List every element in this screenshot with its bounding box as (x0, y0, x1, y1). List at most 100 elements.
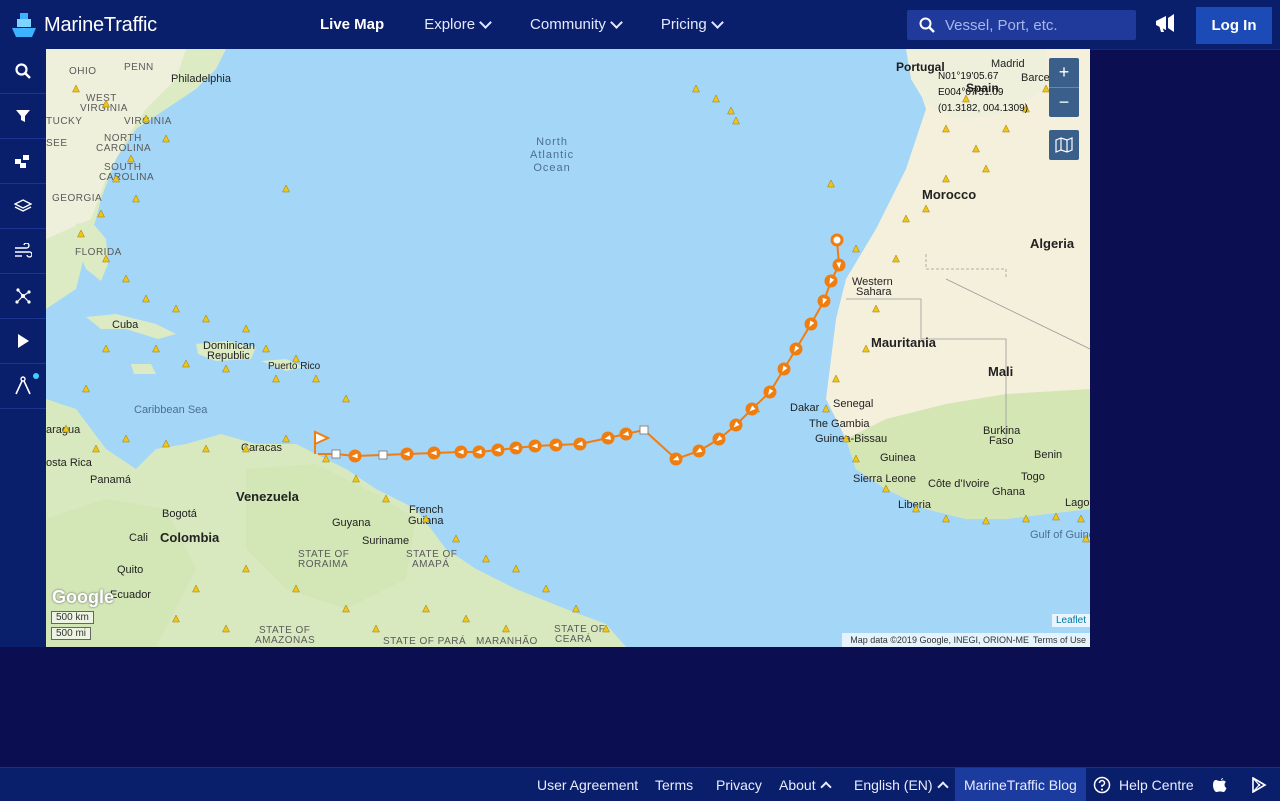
vessel-marker[interactable] (692, 84, 700, 93)
vessel-marker[interactable] (1077, 514, 1085, 523)
vessel-marker[interactable] (312, 374, 320, 383)
sidebar-search-button[interactable] (0, 49, 46, 94)
vessel-marker[interactable] (122, 274, 130, 283)
vessel-marker[interactable] (222, 364, 230, 373)
vessel-marker[interactable] (882, 484, 890, 493)
vessel-marker[interactable] (77, 229, 85, 238)
vessel-marker[interactable] (292, 584, 300, 593)
vessel-marker[interactable] (902, 214, 910, 223)
vessel-marker[interactable] (382, 494, 390, 503)
vessel-marker[interactable] (62, 424, 70, 433)
footer-privacy[interactable]: Privacy (716, 768, 762, 801)
vessel-marker[interactable] (202, 444, 210, 453)
megaphone-icon[interactable] (1154, 12, 1176, 39)
vessel-marker[interactable] (127, 154, 135, 163)
vessel-marker[interactable] (92, 444, 100, 453)
vessel-marker[interactable] (832, 374, 840, 383)
vessel-marker[interactable] (727, 106, 735, 115)
vessel-marker[interactable] (422, 604, 430, 613)
vessel-marker[interactable] (242, 564, 250, 573)
search-box[interactable] (907, 10, 1136, 40)
vessel-marker[interactable] (912, 504, 920, 513)
vessel-marker[interactable] (112, 174, 120, 183)
track-gap-marker[interactable] (331, 449, 341, 459)
vessel-marker[interactable] (342, 394, 350, 403)
vessel-marker[interactable] (182, 359, 190, 368)
vessel-marker[interactable] (982, 164, 990, 173)
live-map[interactable]: North Atlantic Ocean Caribbean Sea Gulf … (46, 49, 1090, 647)
vessel-marker[interactable] (852, 454, 860, 463)
footer-language[interactable]: English (EN) (854, 768, 949, 801)
nav-community[interactable]: Community (530, 16, 623, 33)
vessel-marker[interactable] (82, 384, 90, 393)
vessel-marker[interactable] (142, 114, 150, 123)
vessel-marker[interactable] (292, 354, 300, 363)
vessel-marker[interactable] (142, 294, 150, 303)
vessel-marker[interactable] (982, 516, 990, 525)
vessel-marker[interactable] (822, 404, 830, 413)
vessel-marker[interactable] (192, 584, 200, 593)
vessel-marker[interactable] (172, 304, 180, 313)
vessel-marker[interactable] (572, 604, 580, 613)
vessel-marker[interactable] (892, 254, 900, 263)
search-input[interactable] (943, 15, 1127, 35)
vessel-marker[interactable] (602, 624, 610, 633)
footer-blog[interactable]: MarineTraffic Blog (955, 768, 1086, 801)
vessel-marker[interactable] (452, 534, 460, 543)
vessel-marker[interactable] (242, 444, 250, 453)
login-button[interactable]: Log In (1196, 7, 1272, 44)
zoom-in-button[interactable]: + (1049, 58, 1079, 88)
vessel-marker[interactable] (872, 304, 880, 313)
vessel-marker[interactable] (282, 184, 290, 193)
nav-live-map[interactable]: Live Map (320, 16, 384, 33)
nav-explore[interactable]: Explore (424, 16, 492, 33)
vessel-marker[interactable] (922, 204, 930, 213)
vessel-marker[interactable] (1022, 514, 1030, 523)
vessel-marker[interactable] (462, 614, 470, 623)
footer-user-agreement[interactable]: User Agreement (537, 768, 638, 801)
vessel-marker[interactable] (162, 439, 170, 448)
vessel-marker[interactable] (482, 554, 490, 563)
vessel-marker[interactable] (1082, 534, 1090, 543)
zoom-out-button[interactable]: − (1049, 88, 1079, 117)
vessel-marker[interactable] (162, 134, 170, 143)
vessel-marker[interactable] (512, 564, 520, 573)
map-type-button[interactable] (1049, 130, 1079, 160)
footer-about[interactable]: About (779, 768, 832, 801)
vessel-marker[interactable] (322, 454, 330, 463)
sidebar-playback-button[interactable] (0, 319, 46, 364)
footer-help[interactable]: Help Centre (1093, 768, 1194, 801)
vessel-marker[interactable] (342, 604, 350, 613)
vessel-marker[interactable] (152, 344, 160, 353)
vessel-marker[interactable] (242, 324, 250, 333)
vessel-marker[interactable] (102, 99, 110, 108)
vessel-marker[interactable] (422, 514, 430, 523)
vessel-marker[interactable] (1052, 512, 1060, 521)
vessel-marker[interactable] (852, 244, 860, 253)
vessel-marker[interactable] (282, 434, 290, 443)
vessel-marker[interactable] (72, 84, 80, 93)
vessel-marker[interactable] (542, 584, 550, 593)
vessel-marker[interactable] (262, 344, 270, 353)
vessel-marker[interactable] (732, 116, 740, 125)
vessel-marker[interactable] (272, 374, 280, 383)
track-gap-marker[interactable] (378, 450, 388, 460)
vessel-marker[interactable] (132, 194, 140, 203)
sidebar-layers-button[interactable] (0, 184, 46, 229)
vessel-marker[interactable] (942, 124, 950, 133)
vessel-marker[interactable] (97, 209, 105, 218)
track-start-point[interactable] (830, 233, 844, 247)
vessel-marker[interactable] (942, 174, 950, 183)
vessel-marker[interactable] (102, 254, 110, 263)
vessel-marker[interactable] (222, 624, 230, 633)
vessel-marker[interactable] (122, 434, 130, 443)
nav-pricing[interactable]: Pricing (661, 16, 724, 33)
vessel-marker[interactable] (352, 474, 360, 483)
vessel-marker[interactable] (827, 179, 835, 188)
footer-terms[interactable]: Terms (655, 768, 693, 801)
marinetraffic-logo[interactable]: MarineTraffic (8, 10, 157, 40)
vessel-marker[interactable] (842, 434, 850, 443)
vessel-marker[interactable] (372, 624, 380, 633)
google-play-icon[interactable] (1251, 768, 1267, 801)
track-gap-marker[interactable] (639, 425, 649, 435)
